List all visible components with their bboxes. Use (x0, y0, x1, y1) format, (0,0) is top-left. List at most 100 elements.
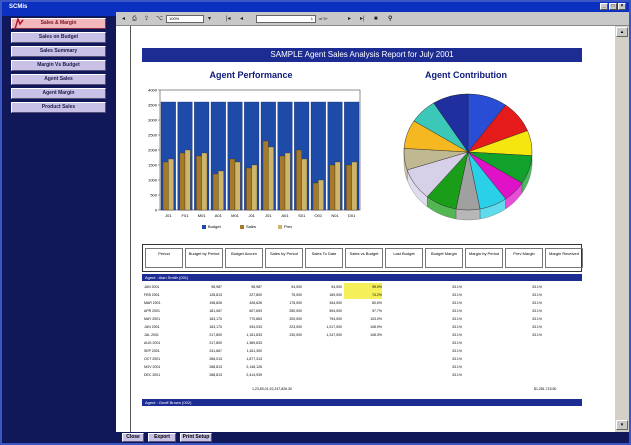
x-tick-label: D01 (348, 213, 356, 218)
table-cell: 103.0% (370, 317, 382, 321)
table-cell: 169,000 (329, 293, 342, 297)
table-row: JAN 2001 98,987 98,987 94,000 94,000 95.0% 33.… (142, 283, 582, 291)
window-title: SCMis (9, 4, 28, 10)
x-tick-label: A01 (215, 213, 223, 218)
table-cell: 163,170 (209, 317, 222, 321)
table-cell: 94,000 (291, 285, 302, 289)
table-cell: 2,146,126 (246, 365, 262, 369)
table-cell: 1,369,633 (246, 341, 262, 345)
prev-page-button[interactable]: ◂ (240, 15, 243, 23)
first-page-button[interactable]: |◂ (226, 15, 231, 23)
table-cell: 33.1% (452, 301, 462, 305)
table-cell: 227,800 (249, 293, 262, 297)
next-page-button[interactable]: ▸ (348, 15, 351, 23)
table-cell: 33.1% (532, 301, 542, 305)
sidebar-item-sales-summary[interactable]: Sales Summary (11, 46, 106, 57)
bar-prev (268, 146, 274, 211)
table-row: AUG 2001 217,800 1,369,633 33.1% (142, 339, 582, 347)
legend-label: Prev (284, 224, 292, 229)
bar-prev (284, 152, 291, 211)
bar-prev (301, 158, 308, 211)
print-icon[interactable]: ⎙ (132, 15, 137, 23)
y-tick-label: 0 (155, 208, 158, 213)
sidebar: Sales & Margin Sales on Budget Sales Sum… (2, 12, 116, 443)
vertical-scrollbar[interactable]: ▴ ▾ (615, 26, 629, 432)
minimize-button[interactable]: _ (600, 3, 608, 10)
table-cell: MAR 2001 (144, 301, 161, 305)
bar-sales (179, 152, 186, 211)
sidebar-item-label: Agent Margin (42, 90, 75, 96)
x-tick-label: F01 (182, 213, 190, 218)
button-label: Export (154, 434, 170, 440)
first-page-icon[interactable]: ◂ (122, 15, 125, 23)
scroll-up-icon[interactable]: ▴ (616, 27, 628, 37)
y-tick-label: 1500 (148, 163, 158, 168)
x-tick-label: S01 (298, 213, 306, 218)
table-cell: 108.3% (370, 333, 382, 337)
table-cell: OCT 2001 (144, 357, 161, 361)
sidebar-item-product-sales[interactable]: Product Sales (11, 102, 106, 113)
sidebar-item-sales-margin[interactable]: Sales & Margin (11, 18, 106, 30)
x-tick-label: O01 (315, 213, 323, 218)
sidebar-item-label: Product Sales (41, 104, 76, 110)
stop-button[interactable]: ■ (374, 15, 378, 23)
y-tick-label: 1000 (148, 178, 158, 183)
table-cell: 33.1% (452, 285, 462, 289)
table-cell: 98,987 (251, 285, 262, 289)
page-number-field[interactable]: 1 (256, 15, 316, 23)
column-header: Sales To Date (305, 248, 343, 268)
print-setup-button[interactable]: Print Setup (180, 433, 212, 442)
agent-performance-chart: 0 500 1000 1500 2000 2500 3000 3500 4000 J01 F01 M0… (148, 88, 361, 229)
column-header: Budget by Period (185, 248, 223, 268)
bar-prev (218, 170, 224, 211)
table-cell: 241,667 (209, 349, 222, 353)
tree-icon[interactable]: ⌥ (156, 15, 163, 23)
page-count: of 5+ (319, 16, 329, 21)
table-cell: 97.7% (372, 309, 382, 313)
table-cell: 268,813 (209, 373, 222, 377)
table-row: FEB 2001 128,813 227,800 75,000 169,000 74.2%… (142, 291, 582, 299)
table-cell: 770,863 (249, 317, 262, 321)
maximize-button[interactable]: □ (609, 3, 617, 10)
scroll-down-icon[interactable]: ▾ (616, 420, 628, 430)
legend-swatch (240, 225, 244, 229)
bar-sales (312, 182, 319, 211)
legend-swatch (278, 225, 282, 229)
column-header: Budget Margin (425, 248, 463, 268)
table-cell: 33.1% (532, 293, 542, 297)
sidebar-item-sales-budget[interactable]: Sales on Budget (11, 32, 106, 43)
table-row: MAY 2001 163,170 770,863 200,000 794,000 103.… (142, 315, 582, 323)
export-icon[interactable]: ⇪ (144, 15, 149, 23)
bar-prev (201, 152, 208, 211)
sidebar-item-label: Agent Sales (44, 76, 73, 82)
close-report-button[interactable]: Close (122, 433, 144, 442)
column-header: Period (145, 248, 183, 268)
sidebar-item-agent-sales[interactable]: Agent Sales (11, 74, 106, 85)
zoom-select[interactable]: 100% (166, 15, 204, 23)
report-title: SAMPLE Agent Sales Analysis Report for J… (142, 48, 582, 62)
chart-title-contribution: Agent Contribution (425, 70, 507, 80)
legend-swatch (202, 225, 206, 229)
chevron-down-icon[interactable]: ▾ (208, 15, 211, 23)
search-icon[interactable]: ⚲ (388, 15, 392, 23)
sidebar-item-margin-budget[interactable]: Margin Vs Budget (11, 60, 106, 71)
sidebar-item-agent-margin[interactable]: Agent Margin (11, 88, 106, 99)
table-cell: 33.1% (532, 325, 542, 329)
table-cell: 175,000 (289, 301, 302, 305)
sidebar-item-label: Sales & Margin (40, 20, 77, 26)
table-cell: 1,877,313 (246, 357, 262, 361)
table-cell: JUL 2001 (144, 333, 159, 337)
column-header: Budget Accum (225, 248, 263, 268)
table-cell: AUG 2001 (144, 341, 161, 345)
table-cell: 426,626 (249, 301, 262, 305)
bar-prev (234, 161, 241, 211)
chart-title-performance: Agent Performance (209, 70, 293, 80)
close-button[interactable]: × (618, 3, 626, 10)
last-page-button[interactable]: ▸| (360, 15, 365, 23)
table-row: JUL 2001 217,800 1,151,833 230,000 1,247,000… (142, 331, 582, 339)
export-button[interactable]: Export (148, 433, 176, 442)
table-cell: 33.1% (532, 285, 542, 289)
table-cell: 128,813 (209, 293, 222, 297)
bar-prev (318, 179, 324, 211)
table-cell: 33.1% (532, 317, 542, 321)
